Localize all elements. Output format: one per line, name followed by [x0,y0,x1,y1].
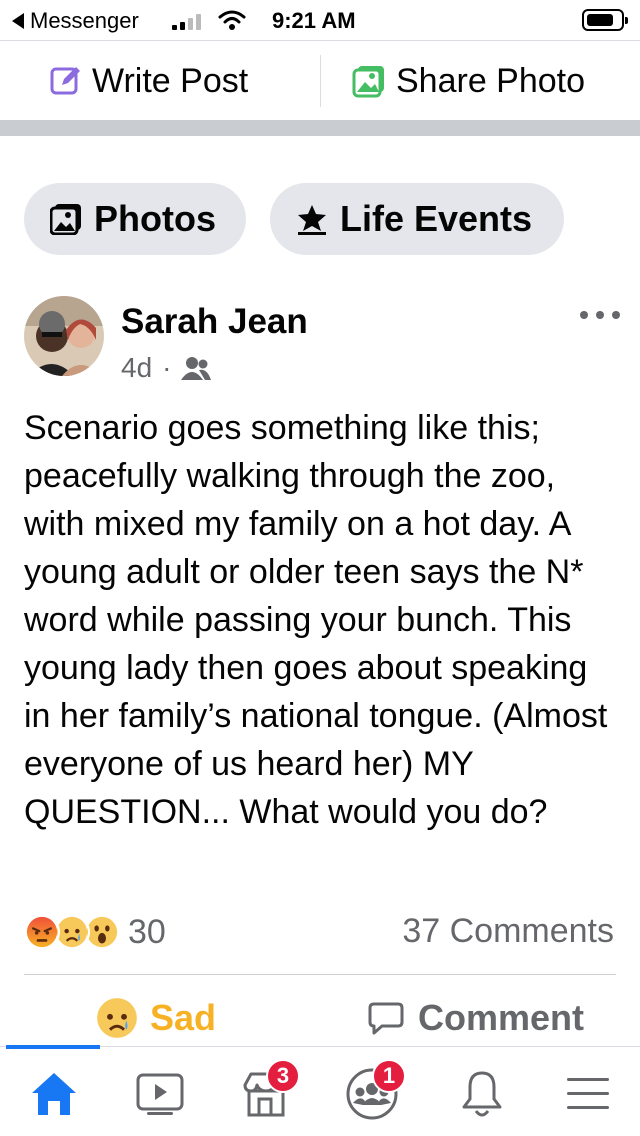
author-avatar[interactable] [24,296,104,376]
comment-bubble-icon [368,1002,404,1035]
reactions-summary[interactable]: 30 [24,910,166,954]
post-author-name[interactable]: Sarah Jean [121,302,308,342]
friends-icon [181,357,212,380]
post-actions-divider [24,974,616,975]
share-photo-button[interactable]: Share Photo [352,59,585,103]
composer-bar: Write Post Share Photo [0,40,640,120]
comment-label: Comment [418,997,585,1038]
photos-chip[interactable]: Photos [24,183,246,255]
nav-groups[interactable]: 1 [342,1059,406,1121]
angry-emoji [24,914,60,950]
active-tab-indicator [6,1045,100,1049]
reaction-icons [24,912,124,952]
sad-emoji-icon [97,998,137,1038]
share-photo-label: Share Photo [396,61,586,100]
nav-marketplace[interactable]: 3 [236,1059,300,1121]
status-bar: Messenger 9:21 AM [0,0,640,40]
life-events-chip-label: Life Events [340,198,533,239]
section-separator [0,120,640,136]
menu-icon [567,1078,609,1109]
back-to-messenger[interactable]: Messenger [12,8,139,34]
sad-reaction-button[interactable]: Sad [96,994,216,1042]
wifi-icon [218,10,246,30]
groups-badge: 1 [372,1059,406,1093]
write-post-button[interactable]: Write Post [50,59,248,103]
more-dot-icon [596,311,604,319]
home-icon [32,1073,76,1115]
post-age[interactable]: 4d [121,352,152,384]
status-time: 9:21 AM [272,8,356,33]
write-post-label: Write Post [92,61,249,100]
photos-icon [50,204,81,235]
back-arrow-icon [12,13,24,29]
nav-menu[interactable] [558,1067,618,1121]
action-divider [320,55,321,107]
edit-icon [50,67,80,95]
marketplace-badge: 3 [266,1059,300,1093]
reaction-count: 30 [128,912,166,951]
comments-count[interactable]: 37 Comments [402,912,614,951]
bottom-nav: 3 1 [0,1045,640,1136]
nav-home[interactable] [24,1067,84,1121]
photo-icon [352,66,384,98]
post-more-options-button[interactable] [580,302,620,328]
back-app-label: Messenger [30,8,139,33]
life-events-chip[interactable]: Life Events [270,183,564,255]
nav-notifications[interactable] [452,1067,512,1121]
more-dot-icon [580,311,588,319]
signal-icon [172,12,208,30]
nav-watch[interactable] [130,1067,190,1121]
post-meta: 4d · [121,352,212,384]
meta-separator: · [162,352,172,383]
sad-label: Sad [150,997,217,1038]
notifications-icon [462,1071,502,1117]
more-dot-icon [612,311,620,319]
post-body-text: Scenario goes something like this; peace… [24,409,608,831]
life-event-star-icon [298,205,326,235]
battery-icon [582,9,628,31]
photos-chip-label: Photos [94,198,216,239]
watch-icon [136,1073,184,1115]
comment-button[interactable]: Comment [368,994,584,1042]
